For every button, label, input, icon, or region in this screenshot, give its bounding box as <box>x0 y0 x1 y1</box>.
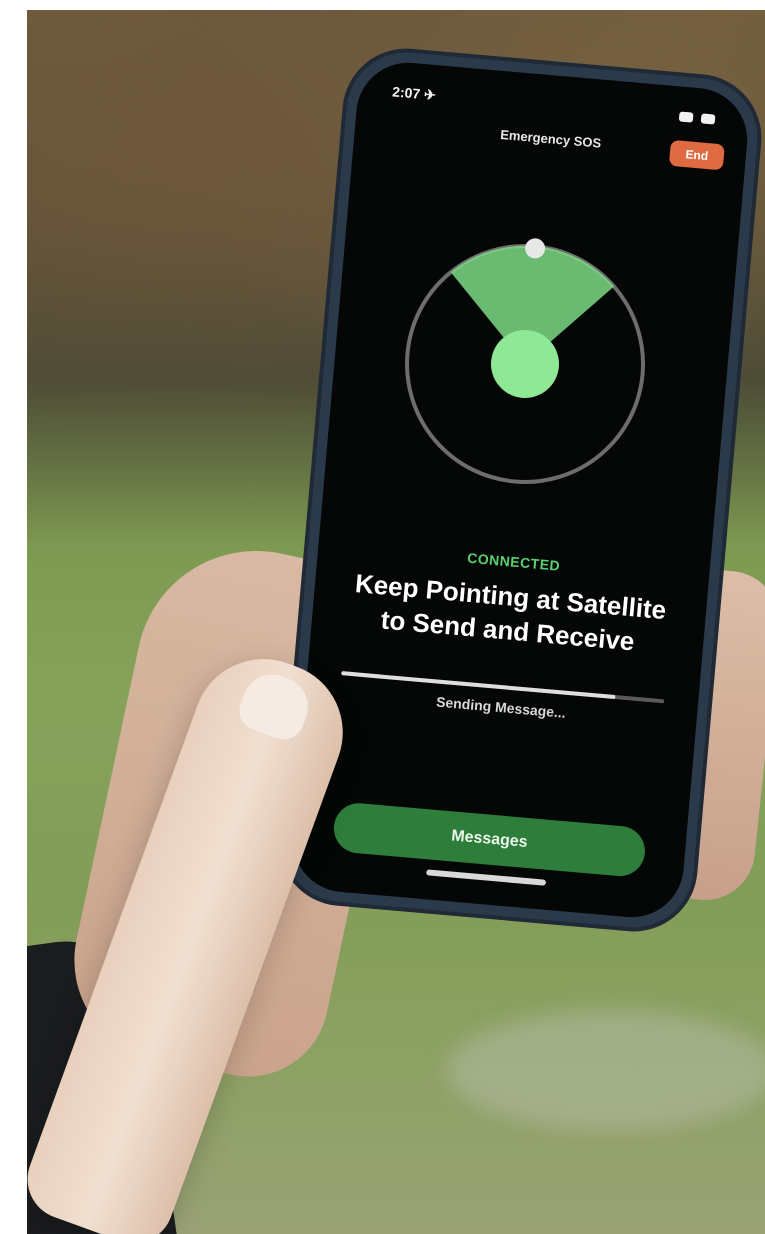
sending-status: Sending Message... <box>435 693 567 721</box>
phone: 2:07 ✈ Emergency SOS End CONNECTED Keep … <box>273 43 765 937</box>
battery-icon <box>700 113 716 125</box>
status-icons <box>678 111 716 125</box>
photo: 2:07 ✈ Emergency SOS End CONNECTED Keep … <box>27 10 765 1234</box>
background-path <box>447 1010 765 1130</box>
signal-icon <box>678 111 694 123</box>
phone-screen: 2:07 ✈ Emergency SOS End CONNECTED Keep … <box>288 58 752 922</box>
home-indicator[interactable] <box>426 869 547 886</box>
satellite-radar <box>405 238 646 484</box>
fingernail <box>233 666 317 746</box>
end-button[interactable]: End <box>668 139 725 171</box>
status-time: 2:07 ✈ <box>391 82 437 103</box>
messages-button[interactable]: Messages <box>331 801 647 879</box>
